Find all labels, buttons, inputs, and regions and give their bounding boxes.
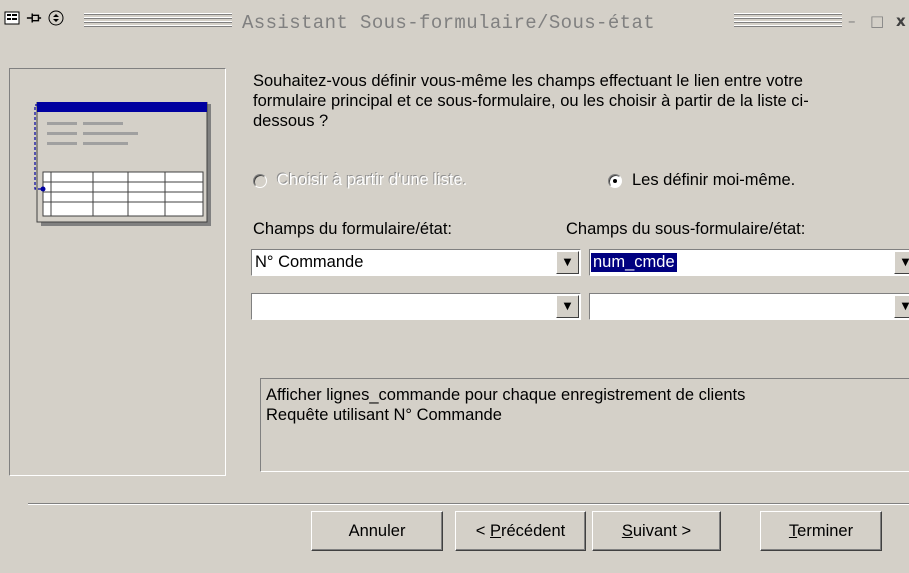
title-bar: Assistant Sous-formulaire/Sous-état – □ … bbox=[0, 0, 909, 40]
main-field-combo-1-value: N° Commande bbox=[255, 253, 364, 271]
dropdown-arrow-icon[interactable]: ▼ bbox=[894, 295, 909, 318]
footer-separator bbox=[28, 503, 909, 505]
pin-icon[interactable] bbox=[26, 10, 42, 26]
form-icon[interactable] bbox=[4, 10, 20, 26]
radio-define-myself-label: Les définir moi-même. bbox=[632, 171, 796, 189]
window-title: Assistant Sous-formulaire/Sous-état bbox=[242, 12, 656, 34]
finish-button-label: Terminer bbox=[788, 521, 854, 540]
description-line-2: Requête utilisant N° Commande bbox=[266, 406, 502, 424]
back-button[interactable]: < Précédent bbox=[455, 511, 586, 551]
scroll-updown-icon[interactable] bbox=[48, 10, 64, 26]
main-field-combo-1[interactable]: N° Commande ▼ bbox=[251, 249, 581, 276]
title-bar-grip-right bbox=[734, 13, 842, 27]
finish-button[interactable]: Terminer bbox=[760, 511, 882, 551]
sub-field-combo-2[interactable]: ▼ bbox=[589, 293, 909, 320]
title-bar-icons bbox=[4, 10, 64, 26]
title-bar-grip-left bbox=[84, 13, 232, 27]
dropdown-arrow-icon[interactable]: ▼ bbox=[894, 251, 909, 274]
next-button-label: Suivant > bbox=[621, 521, 692, 540]
close-button[interactable]: x bbox=[896, 12, 906, 30]
radio-choose-from-list[interactable]: Choisir à partir d'une liste. bbox=[253, 171, 467, 190]
radio-circle-icon bbox=[253, 173, 267, 188]
question-text: Souhaitez-vous définir vous-même les cha… bbox=[253, 72, 809, 130]
sub-fields-label: Champs du sous-formulaire/état: bbox=[566, 220, 806, 238]
main-field-combo-2[interactable]: ▼ bbox=[251, 293, 581, 320]
description-line-1: Afficher lignes_commande pour chaque enr… bbox=[266, 386, 746, 404]
radio-define-myself[interactable]: Les définir moi-même. bbox=[608, 171, 795, 190]
cancel-button-label: Annuler bbox=[348, 521, 406, 540]
maximize-button[interactable]: □ bbox=[870, 12, 884, 30]
next-button[interactable]: Suivant > bbox=[592, 511, 721, 551]
dropdown-arrow-icon[interactable]: ▼ bbox=[556, 295, 579, 318]
radio-checked-icon bbox=[608, 173, 622, 188]
back-button-label: < Précédent bbox=[475, 521, 566, 540]
main-fields-label: Champs du formulaire/état: bbox=[253, 220, 453, 238]
illustration-panel bbox=[9, 68, 226, 476]
sub-field-combo-1[interactable]: num_cmde ▼ bbox=[589, 249, 909, 276]
cancel-button[interactable]: Annuler bbox=[311, 511, 443, 551]
radio-choose-from-list-label: Choisir à partir d'une liste. bbox=[277, 171, 468, 189]
subform-diagram-icon bbox=[33, 101, 214, 228]
sub-field-combo-1-value: num_cmde bbox=[591, 253, 677, 272]
minimize-button[interactable]: – bbox=[848, 12, 856, 30]
dropdown-arrow-icon[interactable]: ▼ bbox=[556, 251, 579, 274]
link-description-box: Afficher lignes_commande pour chaque enr… bbox=[260, 378, 909, 472]
